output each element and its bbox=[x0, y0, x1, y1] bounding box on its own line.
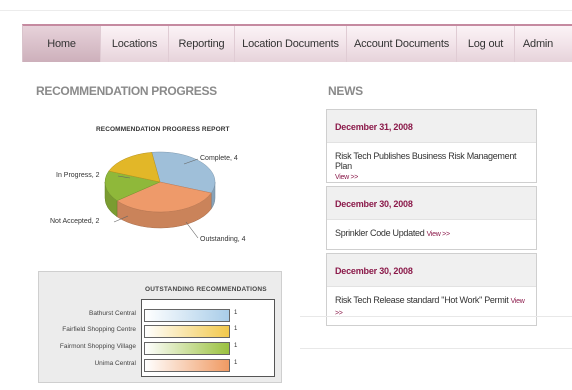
outstanding-bar-0 bbox=[144, 309, 230, 322]
news-divider bbox=[300, 316, 572, 317]
main-nav: Home Locations Reporting Location Docume… bbox=[22, 24, 572, 62]
progress-heading: RECOMMENDATION PROGRESS bbox=[36, 84, 217, 98]
nav-account-documents[interactable]: Account Documents bbox=[347, 26, 457, 62]
outstanding-label-0: Bathurst Central bbox=[89, 310, 136, 317]
outstanding-recommendations-panel: OUTSTANDING RECOMMENDATIONS Bathurst Cen… bbox=[38, 271, 282, 383]
pie-label-complete: Complete, 4 bbox=[200, 155, 238, 162]
news-item: December 31, 2008 Risk Tech Publishes Bu… bbox=[326, 109, 537, 183]
outstanding-value-0: 1 bbox=[234, 310, 238, 316]
nav-location-documents[interactable]: Location Documents bbox=[235, 26, 347, 62]
outstanding-value-3: 1 bbox=[234, 360, 238, 366]
news-view-link[interactable]: View >> bbox=[335, 174, 358, 181]
outstanding-bar-1 bbox=[144, 325, 230, 338]
outstanding-bar-3 bbox=[144, 359, 230, 372]
news-text: Sprinkler Code Updated View >> bbox=[327, 220, 536, 246]
news-text: Risk Tech Publishes Business Risk Manage… bbox=[327, 143, 536, 189]
nav-locations[interactable]: Locations bbox=[101, 26, 169, 62]
outstanding-label-1: Fairfield Shopping Centre bbox=[62, 326, 136, 333]
pie-leader-line-3 bbox=[185, 221, 199, 239]
outstanding-title: OUTSTANDING RECOMMENDATIONS bbox=[145, 286, 267, 293]
outstanding-bar-chart: 1 1 1 1 bbox=[141, 299, 275, 377]
news-headline: Risk Tech Publishes Business Risk Manage… bbox=[335, 151, 517, 171]
outstanding-value-2: 1 bbox=[234, 343, 238, 349]
nav-home[interactable]: Home bbox=[23, 26, 101, 62]
news-date: December 30, 2008 bbox=[327, 254, 536, 287]
pie-label-in-progress: In Progress, 2 bbox=[56, 172, 100, 179]
news-headline: Risk Tech Release standard "Hot Work" Pe… bbox=[335, 295, 509, 305]
outstanding-label-2: Fairmont Shopping Village bbox=[59, 343, 136, 350]
news-date: December 30, 2008 bbox=[327, 187, 536, 220]
news-item: December 30, 2008 Sprinkler Code Updated… bbox=[326, 186, 537, 250]
outstanding-value-1: 1 bbox=[234, 326, 238, 332]
progress-pie-chart: RECOMMENDATION PROGRESS REPORT Complete,… bbox=[36, 110, 286, 260]
top-divider bbox=[0, 10, 572, 11]
news-divider bbox=[300, 348, 572, 349]
news-heading: NEWS bbox=[328, 84, 363, 98]
outstanding-label-3: Unima Central bbox=[94, 360, 136, 367]
news-date: December 31, 2008 bbox=[327, 110, 536, 143]
news-view-link[interactable]: View >> bbox=[427, 231, 450, 238]
news-headline: Sprinkler Code Updated bbox=[335, 228, 425, 238]
news-text: Risk Tech Release standard "Hot Work" Pe… bbox=[327, 287, 536, 325]
nav-admin[interactable]: Admin bbox=[515, 26, 561, 62]
pie-svg bbox=[104, 151, 216, 239]
outstanding-bar-2 bbox=[144, 342, 230, 355]
page: Home Locations Reporting Location Docume… bbox=[0, 0, 572, 390]
nav-log-out[interactable]: Log out bbox=[457, 26, 515, 62]
pie-label-outstanding: Outstanding, 4 bbox=[200, 236, 246, 243]
pie-label-not-accepted: Not Accepted, 2 bbox=[50, 218, 100, 225]
nav-reporting[interactable]: Reporting bbox=[169, 26, 235, 62]
